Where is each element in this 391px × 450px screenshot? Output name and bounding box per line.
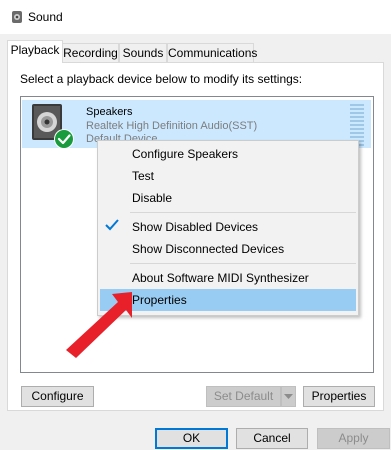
chevron-down-icon: [284, 394, 293, 399]
green-check-icon: [56, 131, 57, 132]
menu-item-show-disconnected-devices[interactable]: Show Disconnected Devices: [132, 242, 284, 256]
window-title: Sound: [28, 10, 63, 24]
ok-button[interactable]: OK: [155, 428, 228, 449]
menu-item-properties[interactable]: Properties: [132, 293, 187, 307]
menu-separator: [130, 263, 356, 264]
menu-item-about-midi-synth[interactable]: About Software MIDI Synthesizer: [132, 271, 309, 285]
speaker-device-icon: [32, 104, 74, 149]
tab-communications[interactable]: Communications: [167, 43, 257, 62]
apply-button[interactable]: Apply: [317, 428, 390, 449]
tab-sounds[interactable]: Sounds: [119, 43, 167, 62]
set-default-dropdown[interactable]: [281, 386, 296, 407]
checkmark-icon: [105, 219, 119, 231]
device-driver: Realtek High Definition Audio(SST): [86, 120, 258, 132]
cancel-button[interactable]: Cancel: [236, 428, 308, 449]
menu-item-disable[interactable]: Disable: [132, 191, 172, 205]
device-name: Speakers: [86, 106, 133, 118]
properties-button[interactable]: Properties: [303, 386, 375, 407]
red-arrow-annotation: [66, 292, 132, 358]
speaker-app-icon: [12, 11, 22, 23]
menu-item-test[interactable]: Test: [132, 169, 154, 183]
menu-item-show-disabled-devices[interactable]: Show Disabled Devices: [132, 220, 258, 234]
set-default-button[interactable]: Set Default: [206, 386, 281, 407]
configure-button[interactable]: Configure: [21, 386, 94, 407]
title-bar: Sound: [0, 0, 391, 34]
instructions-label: Select a playback device below to modify…: [20, 72, 303, 86]
menu-item-configure-speakers[interactable]: Configure Speakers: [132, 147, 238, 161]
tab-recording[interactable]: Recording: [62, 43, 119, 62]
menu-separator: [130, 212, 356, 213]
tab-playback[interactable]: Playback: [7, 40, 63, 63]
